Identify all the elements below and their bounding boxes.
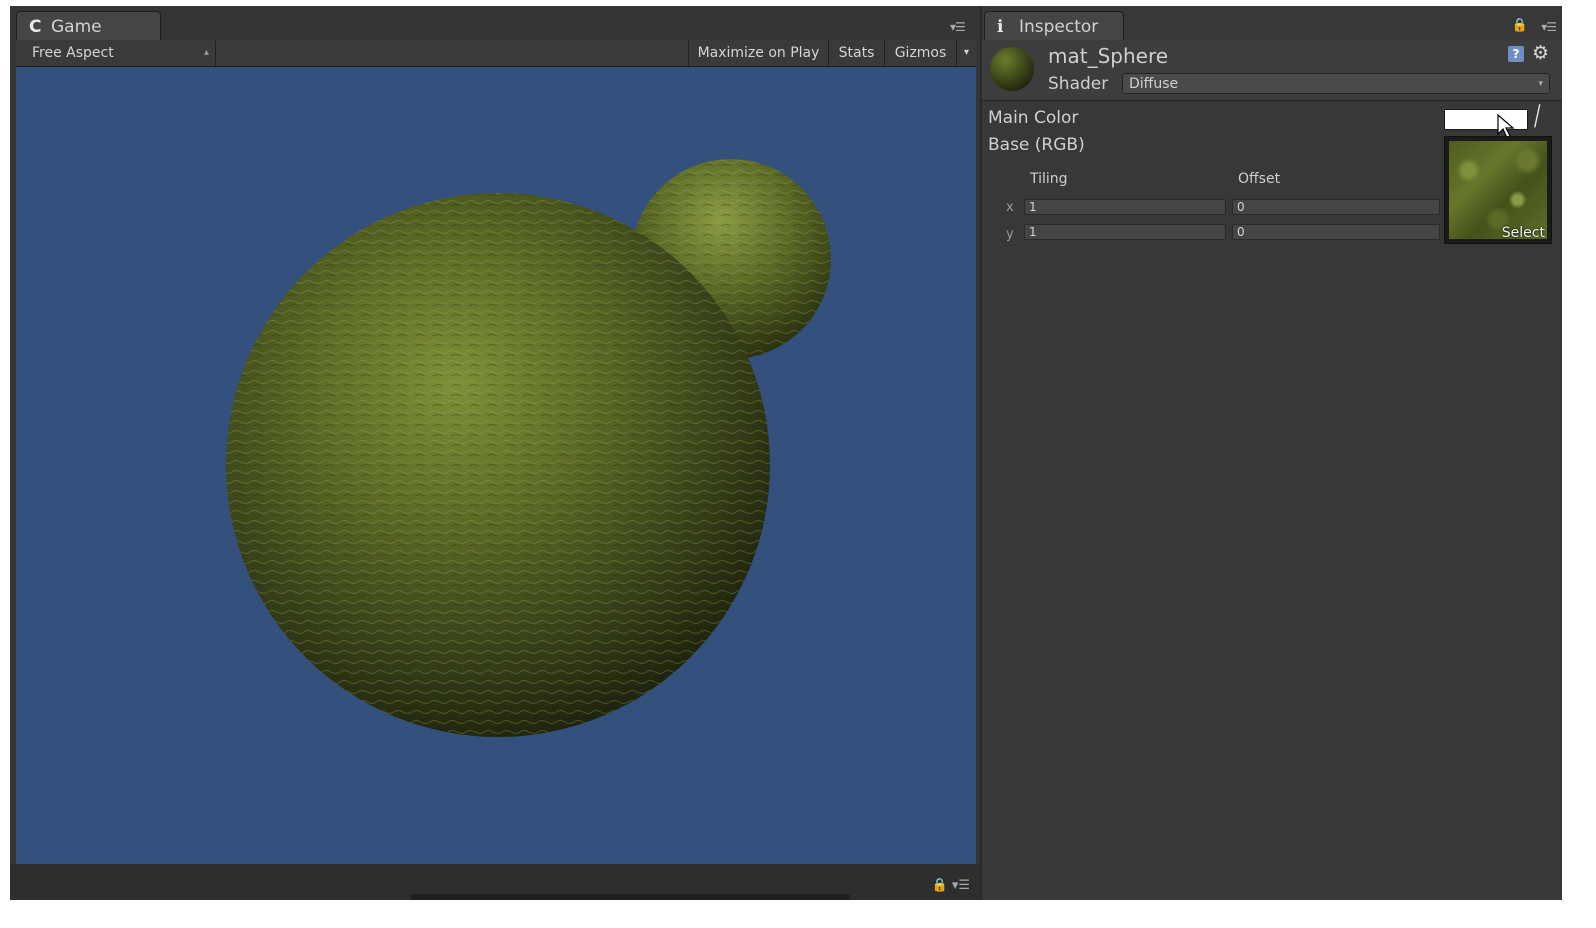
scene-render xyxy=(226,159,831,737)
texture-select-button[interactable]: Select xyxy=(1502,225,1545,241)
aspect-dropdown[interactable]: Free Aspect ▴ xyxy=(16,40,216,66)
tab-inspector-label: Inspector xyxy=(1019,17,1099,37)
main-color-label: Main Color xyxy=(988,108,1079,128)
tiling-x-field[interactable]: 1 xyxy=(1024,199,1226,215)
tab-game[interactable]: 𝗖 Game xyxy=(16,11,161,41)
eyedropper-icon[interactable]: ╱ xyxy=(1529,105,1545,128)
main-color-swatch[interactable] xyxy=(1444,109,1528,130)
tiling-y-field[interactable]: 1 xyxy=(1024,224,1226,240)
unity-game-icon: 𝗖 xyxy=(29,17,42,37)
tiling-header: Tiling xyxy=(1030,171,1068,187)
horizontal-scrollbar[interactable] xyxy=(410,894,850,900)
lock-icon[interactable]: 🔒 xyxy=(1512,18,1528,33)
large-grass-sphere xyxy=(226,193,770,737)
panel-menu-icon[interactable]: ▾☰ xyxy=(950,20,966,34)
stats-button[interactable]: Stats xyxy=(828,40,884,66)
updown-arrows-icon: ▴ xyxy=(203,47,209,58)
y-axis-label: y xyxy=(1006,227,1014,242)
game-viewport[interactable] xyxy=(16,67,976,864)
shader-dropdown[interactable]: Diffuse ▾ xyxy=(1122,73,1550,94)
inspector-panel: ℹ Inspector 🔒 ▾☰ mat_Sphere Shader Diffus… xyxy=(982,6,1562,900)
gizmos-dropdown-arrow-icon[interactable]: ▾ xyxy=(956,40,976,66)
base-texture-slot[interactable]: Select xyxy=(1444,136,1552,244)
aspect-dropdown-label: Free Aspect xyxy=(32,45,114,61)
offset-header: Offset xyxy=(1238,171,1281,187)
x-axis-label: x xyxy=(1006,200,1014,215)
shader-label: Shader xyxy=(1048,74,1109,94)
help-book-icon[interactable]: ? xyxy=(1508,46,1524,62)
game-panel: 𝗖 Game ▾☰ Free Aspect ▴ Maximize on Play … xyxy=(10,6,980,900)
tab-game-label: Game xyxy=(51,17,102,37)
offset-x-field[interactable]: 0 xyxy=(1232,199,1440,215)
info-icon: ℹ xyxy=(997,17,1004,37)
game-toolbar: Free Aspect ▴ Maximize on Play Stats Giz… xyxy=(16,40,976,67)
panel-menu-icon[interactable]: ▾☰ xyxy=(1541,20,1557,34)
chevron-down-icon: ▾ xyxy=(1538,79,1543,89)
maximize-on-play-button[interactable]: Maximize on Play xyxy=(688,40,828,66)
gizmos-button[interactable]: Gizmos xyxy=(884,40,956,66)
bottom-bar: 🔒 ▾☰ xyxy=(10,864,980,900)
lock-menu-icon[interactable]: 🔒 ▾☰ xyxy=(932,878,971,893)
offset-y-field[interactable]: 0 xyxy=(1232,224,1440,240)
material-preview-thumbnail xyxy=(990,47,1034,91)
gear-icon[interactable]: ⚙ xyxy=(1532,42,1549,64)
tab-inspector[interactable]: ℹ Inspector xyxy=(984,11,1124,41)
editor-window: 𝗖 Game ▾☰ Free Aspect ▴ Maximize on Play … xyxy=(10,6,1562,900)
base-rgb-label: Base (RGB) xyxy=(988,135,1085,155)
material-name: mat_Sphere xyxy=(1048,44,1169,68)
shader-dropdown-value: Diffuse xyxy=(1129,76,1179,92)
material-header: mat_Sphere Shader Diffuse ▾ ? ⚙ xyxy=(982,40,1562,101)
